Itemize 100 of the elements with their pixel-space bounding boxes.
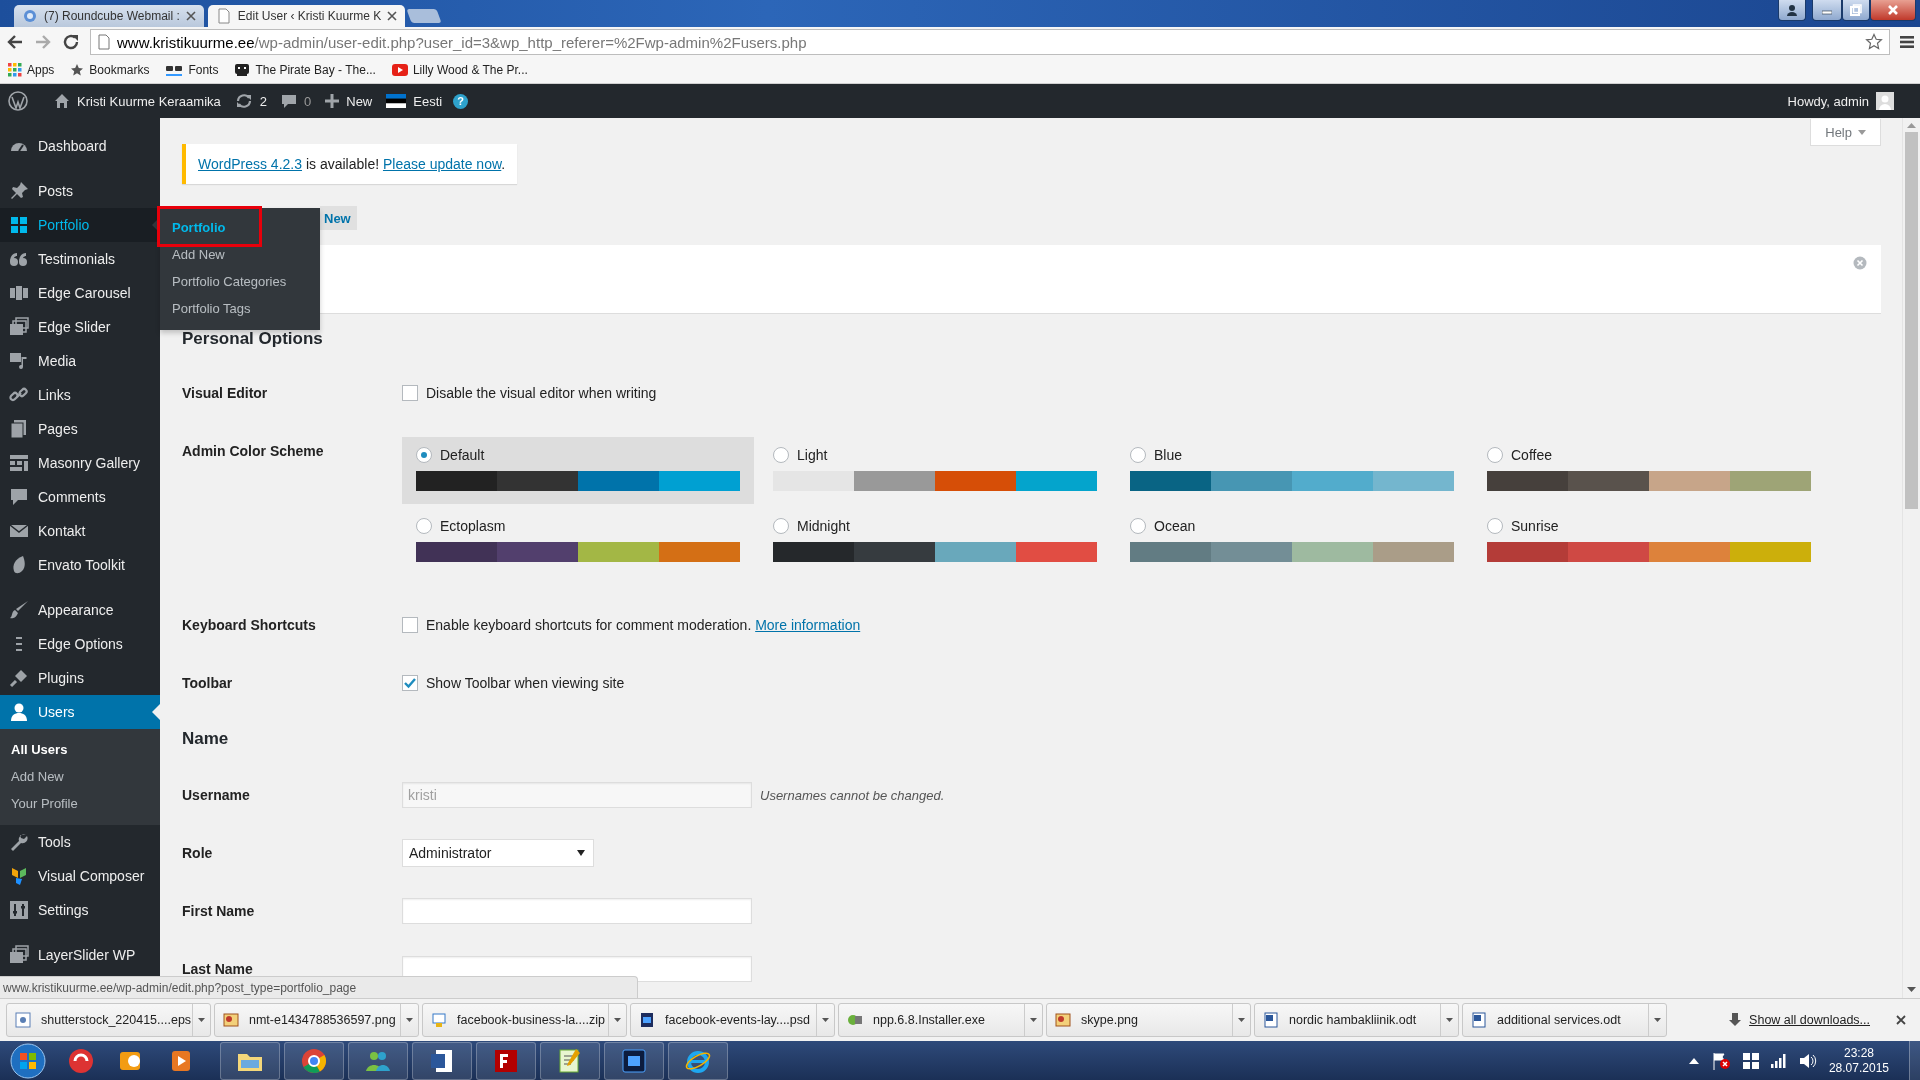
restore-icon bbox=[1850, 4, 1862, 16]
menu-item[interactable]: Testimonials bbox=[0, 242, 160, 276]
show-desktop-button[interactable] bbox=[1909, 1041, 1920, 1080]
color-scheme-option[interactable]: Light bbox=[759, 437, 1111, 504]
menu-item[interactable]: Edge Carousel bbox=[0, 276, 160, 310]
back-button[interactable] bbox=[6, 33, 24, 51]
menu-item[interactable]: Plugins bbox=[0, 661, 160, 695]
menu-item[interactable]: Pages bbox=[0, 412, 160, 446]
flyout-item[interactable]: Portfolio bbox=[160, 214, 320, 241]
color-scheme-option[interactable]: Coffee bbox=[1473, 437, 1825, 504]
radio-button[interactable] bbox=[1487, 447, 1503, 463]
bookmark-link[interactable]: The Pirate Bay - The... bbox=[234, 63, 376, 77]
more-information-link[interactable]: More information bbox=[755, 617, 861, 633]
new-content-link[interactable]: New bbox=[325, 93, 373, 109]
menu-item[interactable]: Settings bbox=[0, 893, 160, 927]
close-window-button[interactable] bbox=[1870, 0, 1916, 21]
checkbox[interactable] bbox=[402, 675, 418, 691]
taskbar-button[interactable] bbox=[412, 1042, 472, 1080]
taskbar-button[interactable] bbox=[604, 1042, 664, 1080]
file-name: npp.6.8.Installer.exe bbox=[873, 1013, 985, 1027]
menu-item[interactable]: Appearance bbox=[0, 593, 160, 627]
account-menu[interactable]: Howdy, admin bbox=[1787, 92, 1894, 110]
checkbox[interactable] bbox=[402, 617, 418, 633]
submenu-item[interactable]: All Users bbox=[0, 736, 160, 763]
download-item[interactable]: nmt-e1434788536597.png bbox=[214, 1003, 419, 1037]
color-scheme-option[interactable]: Blue bbox=[1116, 437, 1468, 504]
menu-item[interactable]: Media bbox=[0, 344, 160, 378]
color-scheme-option[interactable]: Ocean bbox=[1116, 508, 1468, 575]
taskbar-button[interactable] bbox=[476, 1042, 536, 1080]
menu-item[interactable]: Tools bbox=[0, 825, 160, 859]
menu-item[interactable]: Portfolio bbox=[0, 208, 160, 242]
menu-item[interactable]: Masonry Gallery bbox=[0, 446, 160, 480]
maximize-button[interactable] bbox=[1842, 0, 1870, 21]
bookmark-link[interactable]: Bookmarks bbox=[70, 63, 150, 77]
reload-button[interactable] bbox=[62, 33, 80, 51]
role-dropdown[interactable]: Administrator bbox=[402, 839, 594, 867]
menu-item[interactable]: Dashboard bbox=[0, 129, 160, 163]
bookmark-link[interactable]: Apps bbox=[8, 63, 55, 77]
text-field[interactable] bbox=[402, 898, 752, 924]
language-link[interactable]: Eesti ? bbox=[386, 93, 469, 109]
download-item[interactable]: facebook-events-lay....psd bbox=[630, 1003, 835, 1037]
menu-item[interactable]: Posts bbox=[0, 174, 160, 208]
menu-item[interactable]: Visual Composer bbox=[0, 859, 160, 893]
download-item[interactable]: nordic hambakliinik.odt bbox=[1254, 1003, 1459, 1037]
taskbar-button[interactable] bbox=[540, 1042, 600, 1080]
version-link[interactable]: WordPress 4.2.3 bbox=[198, 156, 302, 172]
menu-item[interactable]: Comments bbox=[0, 480, 160, 514]
color-scheme-option[interactable]: Sunrise bbox=[1473, 508, 1825, 575]
download-item[interactable]: skype.png bbox=[1046, 1003, 1251, 1037]
radio-button[interactable] bbox=[773, 518, 789, 534]
help-button[interactable]: Help bbox=[1810, 119, 1881, 146]
radio-button[interactable] bbox=[1130, 518, 1146, 534]
submenu-item[interactable]: Your Profile bbox=[0, 790, 160, 817]
radio-button[interactable] bbox=[416, 447, 432, 463]
minimize-button[interactable] bbox=[1812, 0, 1842, 21]
flyout-item[interactable]: Add New bbox=[160, 241, 320, 268]
bookmark-link[interactable]: Fonts bbox=[165, 63, 219, 77]
download-item[interactable]: facebook-business-la....zip bbox=[422, 1003, 627, 1037]
menu-item[interactable]: Envato Toolkit bbox=[0, 548, 160, 582]
download-item[interactable]: additional services.odt bbox=[1462, 1003, 1667, 1037]
browser-tab[interactable]: (7) Roundcube Webmail : bbox=[14, 5, 204, 27]
menu-item[interactable]: Users bbox=[0, 695, 160, 729]
taskbar-button[interactable] bbox=[220, 1042, 280, 1080]
add-new-button[interactable]: New bbox=[320, 206, 357, 230]
radio-button[interactable] bbox=[416, 518, 432, 534]
updates-link[interactable]: 2 bbox=[234, 93, 267, 109]
radio-button[interactable] bbox=[1487, 518, 1503, 534]
taskbar-button[interactable] bbox=[284, 1042, 344, 1080]
taskbar-button[interactable] bbox=[348, 1042, 408, 1080]
close-button[interactable] bbox=[1896, 1015, 1906, 1025]
flyout-item[interactable]: Portfolio Categories bbox=[160, 268, 320, 295]
color-scheme-option[interactable]: Midnight bbox=[759, 508, 1111, 575]
menu-item[interactable]: Edge Options bbox=[0, 627, 160, 661]
browser-tab[interactable]: Edit User ‹ Kristi Kuurme K bbox=[207, 5, 406, 27]
menu-item[interactable]: Edge Slider bbox=[0, 310, 160, 344]
clock[interactable]: 23:28 28.07.2015 bbox=[1828, 1046, 1889, 1076]
show-all-downloads-link[interactable]: Show all downloads... bbox=[1749, 1013, 1870, 1027]
site-name-link[interactable]: Kristi Kuurme Keraamika bbox=[54, 93, 221, 109]
flyout-item[interactable]: Portfolio Tags bbox=[160, 295, 320, 322]
menu-item[interactable]: Kontakt bbox=[0, 514, 160, 548]
address-field[interactable]: www.kristikuurme.ee/wp-admin/user-edit.php?user_id=3&wp_http_referer=%2Fwp-admin%2Fusers.php bbox=[90, 29, 1890, 55]
scheme-name: Ectoplasm bbox=[440, 518, 506, 534]
color-scheme-option[interactable]: Default bbox=[402, 437, 754, 504]
profile-button[interactable] bbox=[1778, 0, 1806, 21]
taskbar-button[interactable] bbox=[668, 1042, 728, 1080]
radio-button[interactable] bbox=[773, 447, 789, 463]
menu-item[interactable]: Links bbox=[0, 378, 160, 412]
scrollbar-thumb[interactable] bbox=[1905, 132, 1918, 509]
download-item[interactable]: shutterstock_220415....eps bbox=[6, 1003, 211, 1037]
submenu-item[interactable]: Add New bbox=[0, 763, 160, 790]
checkbox[interactable] bbox=[402, 385, 418, 401]
new-tab-button[interactable] bbox=[406, 9, 442, 23]
download-item[interactable]: npp.6.8.Installer.exe bbox=[838, 1003, 1043, 1037]
radio-button[interactable] bbox=[1130, 447, 1146, 463]
wordpress-menu[interactable] bbox=[8, 91, 28, 111]
menu-button[interactable] bbox=[1900, 35, 1914, 49]
color-scheme-option[interactable]: Ectoplasm bbox=[402, 508, 754, 575]
comments-link[interactable]: 0 bbox=[281, 93, 312, 109]
bookmark-link[interactable]: Lilly Wood & The Pr... bbox=[391, 63, 528, 77]
menu-item[interactable]: LayerSlider WP bbox=[0, 938, 160, 972]
